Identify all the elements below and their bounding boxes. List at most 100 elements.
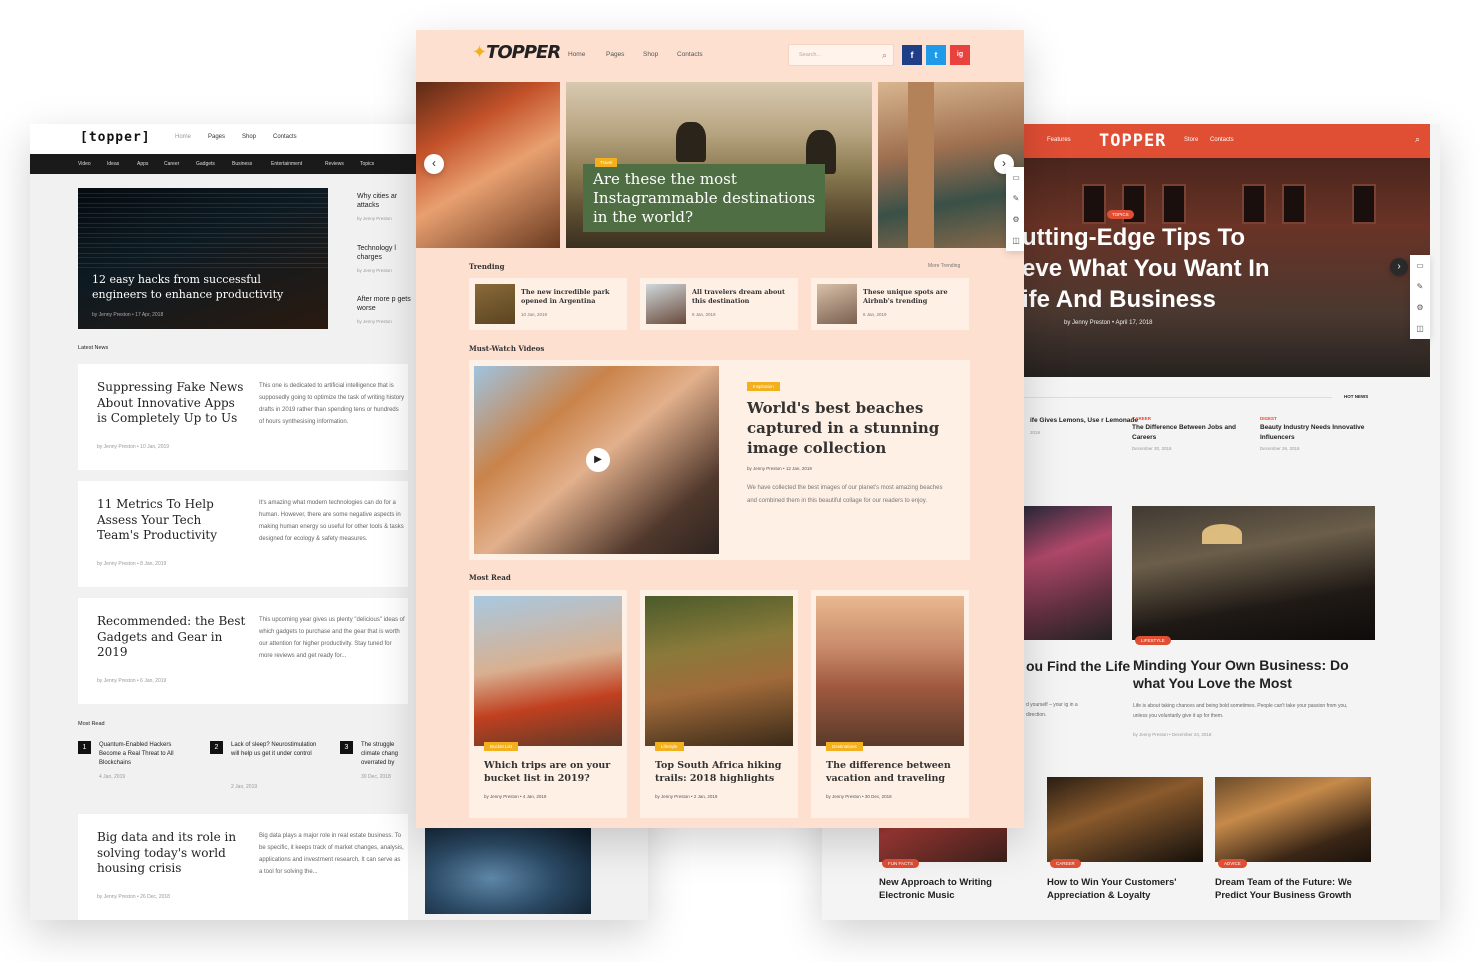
news-card[interactable]: Suppressing Fake News About Innovative A… <box>78 364 408 470</box>
monitor-icon[interactable]: ▭ <box>1410 255 1430 276</box>
left-nav-pages[interactable]: Pages <box>208 134 225 140</box>
right-logo[interactable]: TOPPER <box>1099 131 1166 151</box>
video-tag[interactable]: Inspiration <box>747 382 780 391</box>
news-card[interactable]: Big data and its role in solving today's… <box>78 814 408 920</box>
center-nav-home[interactable]: Home <box>568 51 585 58</box>
most-read-title[interactable]: Lack of sleep? Neurostimulation will hel… <box>231 741 326 759</box>
center-nav-pages[interactable]: Pages <box>606 51 624 58</box>
settings-icon[interactable]: ⚙ <box>1006 209 1024 230</box>
cat-entertainment[interactable]: Entertainment <box>271 161 302 167</box>
facebook-icon[interactable]: f <box>902 45 922 65</box>
card-tag[interactable]: Destinations <box>826 742 863 751</box>
left-logo[interactable]: [topper] <box>80 130 151 145</box>
card-title[interactable]: Top South Africa hiking trails: 2018 hig… <box>655 759 790 785</box>
card-title[interactable]: Which trips are on your bucket list in 2… <box>484 759 619 785</box>
most-read-card[interactable]: Lifestyle Top South Africa hiking trails… <box>640 590 798 818</box>
monitor-icon[interactable]: ▭ <box>1006 167 1024 188</box>
cart-icon[interactable]: ◫ <box>1410 318 1430 339</box>
trending-card[interactable]: The new incredible park opened in Argent… <box>469 278 627 330</box>
news-title[interactable]: Recommended: the Best Gadgets and Gear i… <box>97 614 247 661</box>
bottom-article-title[interactable]: New Approach to Writing Electronic Music <box>879 877 1009 902</box>
hot-news-item[interactable]: CAREER The Difference Between Jobs and C… <box>1132 416 1252 451</box>
search-input[interactable]: Search... ⌕ <box>788 44 894 66</box>
left-nav-shop[interactable]: Shop <box>242 134 256 140</box>
trending-title[interactable]: These unique spots are Airbnb's trending <box>863 288 963 306</box>
center-nav-shop[interactable]: Shop <box>643 51 658 58</box>
right-nav-store[interactable]: Store <box>1184 137 1198 143</box>
cat-topics[interactable]: Topics <box>360 161 374 167</box>
left-side-item[interactable]: Why cities ar attacks by Jenny Preston <box>357 192 417 223</box>
hot-news-title[interactable]: Beauty Industry Needs Innovative Influen… <box>1260 423 1380 442</box>
news-card[interactable]: Recommended: the Best Gadgets and Gear i… <box>78 598 408 704</box>
left-nav-home[interactable]: Home <box>175 134 191 140</box>
chevron-left-icon[interactable]: ‹ <box>424 154 444 174</box>
trending-title[interactable]: The new incredible park opened in Argent… <box>521 288 621 306</box>
bottom-article-title[interactable]: Dream Team of the Future: We Predict You… <box>1215 877 1365 902</box>
mid-right-title[interactable]: Minding Your Own Business: Do what You L… <box>1133 656 1373 692</box>
featured-title[interactable]: Are these the most Instagrammable destin… <box>593 170 818 227</box>
cat-reviews[interactable]: Reviews <box>325 161 344 167</box>
bottom-article-title[interactable]: How to Win Your Customers' Appreciation … <box>1047 877 1197 902</box>
right-nav-contacts[interactable]: Contacts <box>1210 137 1234 143</box>
left-nav-contacts[interactable]: Contacts <box>273 134 297 140</box>
mid-left-title[interactable]: ou Find the Life <box>1026 657 1136 675</box>
lamp-glow <box>1202 524 1242 544</box>
hot-news-item[interactable]: DIGEST Beauty Industry Needs Innovative … <box>1260 416 1380 451</box>
right-nav-features[interactable]: Features <box>1047 137 1071 143</box>
news-title[interactable]: Suppressing Fake News About Innovative A… <box>97 380 247 427</box>
side-item-title[interactable]: Technology l charges <box>357 244 417 262</box>
search-icon[interactable]: ⌕ <box>1415 134 1420 145</box>
news-title[interactable]: Big data and its role in solving today's… <box>97 830 247 877</box>
cat-career[interactable]: Career <box>164 161 179 167</box>
featured-tag[interactable]: Travel <box>595 158 618 167</box>
side-item-title[interactable]: After more p gets worse <box>357 295 417 313</box>
left-hero-card[interactable]: 12 easy hacks from successful engineers … <box>78 188 328 329</box>
news-card[interactable]: 11 Metrics To Help Assess Your Tech Team… <box>78 481 408 587</box>
left-side-item[interactable]: After more p gets worse by Jenny Preston <box>357 295 417 326</box>
trending-title[interactable]: All travelers dream about this destinati… <box>692 288 792 306</box>
card-tag[interactable]: Bucket List <box>484 742 519 751</box>
cat-gadgets[interactable]: Gadgets <box>196 161 215 167</box>
cat-apps[interactable]: Apps <box>137 161 148 167</box>
side-item-title[interactable]: Why cities ar attacks <box>357 192 417 210</box>
more-trending-link[interactable]: More Trending <box>928 263 960 269</box>
career-tag[interactable]: CAREER <box>1050 859 1081 868</box>
cat-business[interactable]: Business <box>232 161 252 167</box>
twitter-icon[interactable]: t <box>926 45 946 65</box>
left-hero-title[interactable]: 12 easy hacks from successful engineers … <box>92 272 292 302</box>
trending-card[interactable]: All travelers dream about this destinati… <box>640 278 798 330</box>
most-read-card[interactable]: Destinations The difference between vaca… <box>811 590 969 818</box>
left-side-item[interactable]: Technology l charges by Jenny Preston <box>357 244 417 275</box>
chevron-right-icon[interactable]: › <box>1390 258 1408 276</box>
card-title[interactable]: The difference between vacation and trav… <box>826 759 961 785</box>
right-hero-tag[interactable]: TOPICS <box>1107 210 1134 219</box>
news-title[interactable]: 11 Metrics To Help Assess Your Tech Team… <box>97 497 247 544</box>
video-thumbnail[interactable]: ▶ <box>474 366 719 554</box>
center-nav-contacts[interactable]: Contacts <box>677 51 703 58</box>
lifestyle-tag[interactable]: LIFESTYLE <box>1135 636 1171 645</box>
right-hero-meta: by Jenny Preston • April 17, 2018 <box>1064 320 1153 326</box>
instagram-icon[interactable]: ig <box>950 45 970 65</box>
search-icon[interactable]: ⌕ <box>882 50 887 61</box>
cat-ideas[interactable]: Ideas <box>107 161 119 167</box>
edit-icon[interactable]: ✎ <box>1410 276 1430 297</box>
hot-news-title[interactable]: The Difference Between Jobs and Careers <box>1132 423 1252 442</box>
video-title[interactable]: World's best beaches captured in a stunn… <box>747 398 947 458</box>
featured-caption[interactable]: Travel Are these the most Instagrammable… <box>583 158 825 232</box>
edit-icon[interactable]: ✎ <box>1006 188 1024 209</box>
trending-card[interactable]: These unique spots are Airbnb's trending… <box>811 278 969 330</box>
right-hero-title[interactable]: utting-Edge Tips To eve What You Want In… <box>1022 222 1430 315</box>
settings-icon[interactable]: ⚙ <box>1410 297 1430 318</box>
cat-video[interactable]: Video <box>78 161 91 167</box>
most-read-title[interactable]: Quantum-Enabled Hackers Become a Real Th… <box>99 741 194 768</box>
video-card[interactable]: ▶ Inspiration World's best beaches captu… <box>469 360 970 560</box>
fun-facts-tag[interactable]: FUN FACTS <box>882 859 920 868</box>
play-icon[interactable]: ▶ <box>586 448 610 472</box>
advice-tag[interactable]: ADVICE <box>1218 859 1247 868</box>
most-read-title[interactable]: The struggle climate chang overrated by <box>361 741 406 768</box>
card-tag[interactable]: Lifestyle <box>655 742 684 751</box>
most-read-card[interactable]: Bucket List Which trips are on your buck… <box>469 590 627 818</box>
cart-icon[interactable]: ◫ <box>1006 230 1024 251</box>
center-logo[interactable]: ✦TOPPER <box>472 42 561 63</box>
most-read-label: Most Read <box>78 721 105 727</box>
